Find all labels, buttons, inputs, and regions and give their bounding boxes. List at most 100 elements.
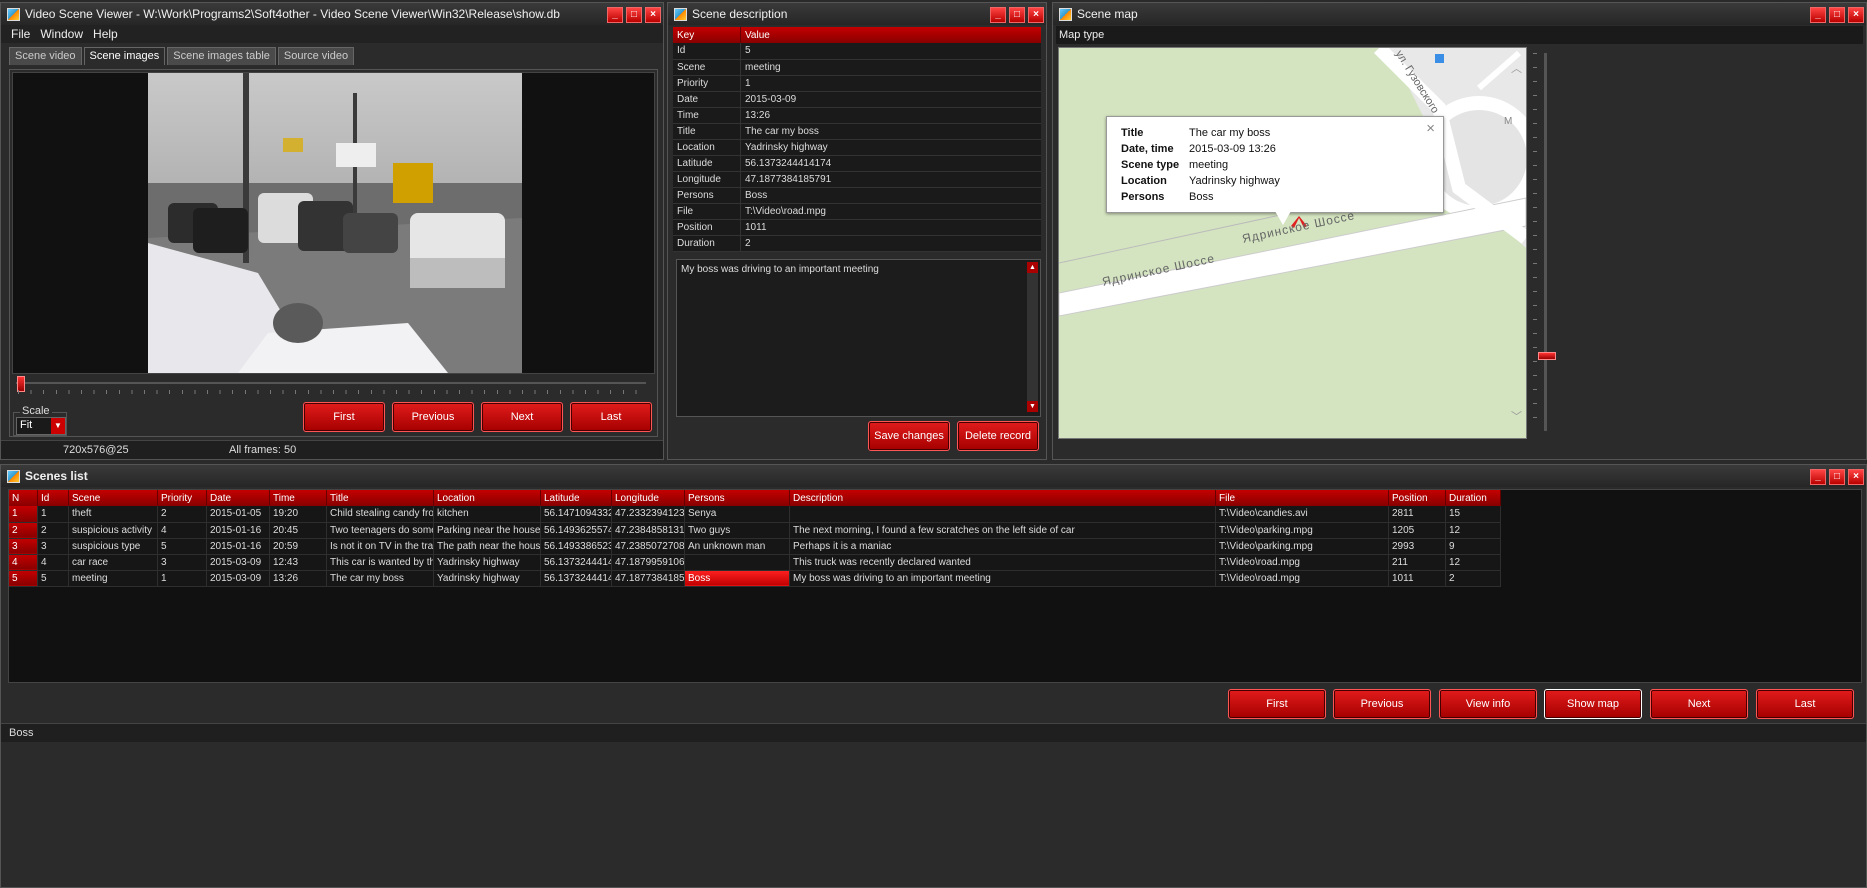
column-header[interactable]: Description: [789, 490, 1216, 506]
column-header[interactable]: Scene: [68, 490, 158, 506]
table-row[interactable]: Duration 2: [673, 235, 1041, 251]
maximize-icon[interactable]: □: [1829, 469, 1845, 485]
row-value[interactable]: T:\Video\road.mpg: [741, 203, 1042, 219]
show-map-button[interactable]: Show map: [1544, 689, 1642, 719]
next-button[interactable]: Next: [481, 402, 563, 432]
table-cell[interactable]: 47.2332394123: [611, 506, 685, 522]
close-icon[interactable]: ×: [645, 7, 661, 23]
column-header[interactable]: Priority: [157, 490, 207, 506]
table-cell[interactable]: 2015-03-09: [206, 570, 270, 586]
table-cell[interactable]: 2015-01-16: [206, 522, 270, 538]
minimize-icon[interactable]: _: [1810, 7, 1826, 23]
tab-scene-video[interactable]: Scene video: [9, 47, 82, 65]
map-view[interactable]: Ядринское Шоссе Ядринское Шоссе ул. Гузо…: [1058, 47, 1527, 439]
map-scroll-down-icon[interactable]: ﹀: [1511, 408, 1522, 424]
table-row[interactable]: Time 13:26: [673, 107, 1041, 123]
table-cell[interactable]: 3: [37, 538, 69, 554]
scale-select[interactable]: Fit ▼: [16, 417, 66, 435]
row-number[interactable]: 5: [9, 570, 38, 586]
map-type-bar[interactable]: Map type: [1056, 26, 1863, 44]
minimize-icon[interactable]: _: [990, 7, 1006, 23]
table-row[interactable]: 1 1 theft 2 2015-01-05 19:20 Child stealing ca…: [9, 506, 1501, 522]
map-window-titlebar[interactable]: Scene map _ □ ×: [1053, 3, 1866, 25]
table-cell[interactable]: theft: [68, 506, 158, 522]
table-cell[interactable]: 56.1373244414: [540, 570, 612, 586]
table-row[interactable]: 2 2 suspicious activity 4 2015-01-16 20:45 Two…: [9, 522, 1501, 538]
table-cell[interactable]: 56.1493386523: [540, 538, 612, 554]
tab-source-video[interactable]: Source video: [277, 47, 355, 65]
video-window-titlebar[interactable]: Video Scene Viewer - W:\Work\Programs2\S…: [1, 3, 663, 25]
column-header[interactable]: Position: [1388, 490, 1446, 506]
maximize-icon[interactable]: □: [1009, 7, 1025, 23]
row-value[interactable]: 13:26: [741, 107, 1042, 123]
table-cell[interactable]: 56.1471094332: [540, 506, 612, 522]
table-cell[interactable]: Is not it on TV in the tra: [326, 538, 434, 554]
menu-file[interactable]: File: [11, 27, 30, 41]
row-value[interactable]: meeting: [741, 59, 1042, 75]
row-value[interactable]: 56.1373244414174: [741, 155, 1042, 171]
table-row[interactable]: Id 5: [673, 43, 1041, 59]
table-cell[interactable]: Two teenagers do some: [326, 522, 434, 538]
scenes-window-titlebar[interactable]: Scenes list _ □ ×: [1, 465, 1866, 487]
table-row[interactable]: File T:\Video\road.mpg: [673, 203, 1041, 219]
table-cell[interactable]: suspicious activity: [68, 522, 158, 538]
table-row[interactable]: Persons Boss: [673, 187, 1041, 203]
column-header-value[interactable]: Value: [741, 27, 1042, 43]
column-header[interactable]: Title: [326, 490, 434, 506]
minimize-icon[interactable]: _: [607, 7, 623, 23]
table-cell[interactable]: T:\Video\parking.mpg: [1215, 538, 1389, 554]
table-cell[interactable]: Two guys: [684, 522, 790, 538]
table-cell[interactable]: 20:45: [269, 522, 327, 538]
table-cell[interactable]: kitchen: [433, 506, 541, 522]
row-value[interactable]: 2015-03-09: [741, 91, 1042, 107]
chevron-down-icon[interactable]: ▼: [51, 418, 65, 434]
maximize-icon[interactable]: □: [626, 7, 642, 23]
table-row[interactable]: Longitude 47.1877384185791: [673, 171, 1041, 187]
table-cell[interactable]: 2993: [1388, 538, 1446, 554]
zoom-handle[interactable]: [1538, 352, 1556, 360]
table-cell[interactable]: 2811: [1388, 506, 1446, 522]
table-row[interactable]: 5 5 meeting 1 2015-03-09 13:26 The car my boss…: [9, 570, 1501, 586]
table-cell[interactable]: suspicious type: [68, 538, 158, 554]
table-cell[interactable]: 56.1373244414: [540, 554, 612, 570]
table-row[interactable]: Location Yadrinsky highway: [673, 139, 1041, 155]
scroll-up-icon[interactable]: ▲: [1027, 262, 1038, 273]
tab-scene-images[interactable]: Scene images: [83, 47, 166, 65]
column-header[interactable]: N: [9, 490, 38, 506]
table-cell[interactable]: T:\Video\road.mpg: [1215, 554, 1389, 570]
row-value[interactable]: Boss: [741, 187, 1042, 203]
table-cell[interactable]: 20:59: [269, 538, 327, 554]
table-cell[interactable]: Parking near the house: [433, 522, 541, 538]
table-cell[interactable]: The next morning, I found a few scratche…: [789, 522, 1216, 538]
table-cell[interactable]: Boss: [684, 570, 790, 586]
table-cell[interactable]: 3: [157, 554, 207, 570]
table-cell[interactable]: 12:43: [269, 554, 327, 570]
column-header[interactable]: Date: [206, 490, 270, 506]
table-cell[interactable]: T:\Video\candies.avi: [1215, 506, 1389, 522]
table-cell[interactable]: T:\Video\road.mpg: [1215, 570, 1389, 586]
table-cell[interactable]: 47.2384858131: [611, 522, 685, 538]
row-value[interactable]: 1: [741, 75, 1042, 91]
tab-scene-images-table[interactable]: Scene images table: [167, 47, 276, 65]
table-cell[interactable]: The car my boss: [326, 570, 434, 586]
table-cell[interactable]: 2: [157, 506, 207, 522]
row-number[interactable]: 2: [9, 522, 38, 538]
table-cell[interactable]: 2: [37, 522, 69, 538]
table-cell[interactable]: [684, 554, 790, 570]
table-cell[interactable]: 47.1879959106: [611, 554, 685, 570]
table-cell[interactable]: 4: [157, 522, 207, 538]
table-cell[interactable]: 2: [1445, 570, 1501, 586]
column-header[interactable]: File: [1215, 490, 1389, 506]
row-number[interactable]: 1: [9, 506, 38, 522]
popup-close-icon[interactable]: ×: [1426, 120, 1435, 137]
frame-slider[interactable]: [14, 374, 652, 394]
scrollbar[interactable]: ▲ ▼: [1027, 262, 1038, 412]
table-cell[interactable]: Perhaps it is a maniac: [789, 538, 1216, 554]
delete-record-button[interactable]: Delete record: [957, 421, 1039, 451]
table-row[interactable]: Latitude 56.1373244414174: [673, 155, 1041, 171]
description-textarea[interactable]: My boss was driving to an important meet…: [676, 259, 1041, 417]
table-cell[interactable]: Child stealing candy fror: [326, 506, 434, 522]
table-cell[interactable]: 4: [37, 554, 69, 570]
table-cell[interactable]: Yadrinsky highway: [433, 554, 541, 570]
close-icon[interactable]: ×: [1848, 7, 1864, 23]
